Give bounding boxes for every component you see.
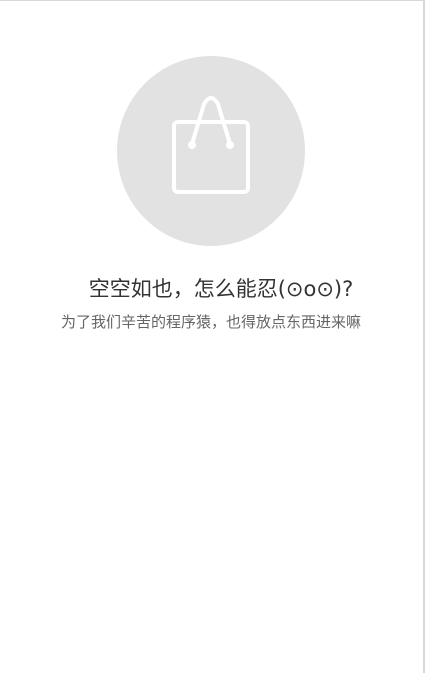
empty-cart-page: 空空如也，怎么能忍(⊙o⊙)? 为了我们辛苦的程序猿，也得放点东西进来嘛	[0, 0, 425, 673]
empty-state-title: 空空如也，怎么能忍(⊙o⊙)?	[88, 277, 354, 301]
empty-illustration-circle	[117, 56, 305, 246]
empty-state-subtitle: 为了我们辛苦的程序猿，也得放点东西进来嘛	[60, 313, 361, 331]
top-divider	[0, 0, 425, 1]
shopping-bag-icon	[172, 96, 250, 194]
